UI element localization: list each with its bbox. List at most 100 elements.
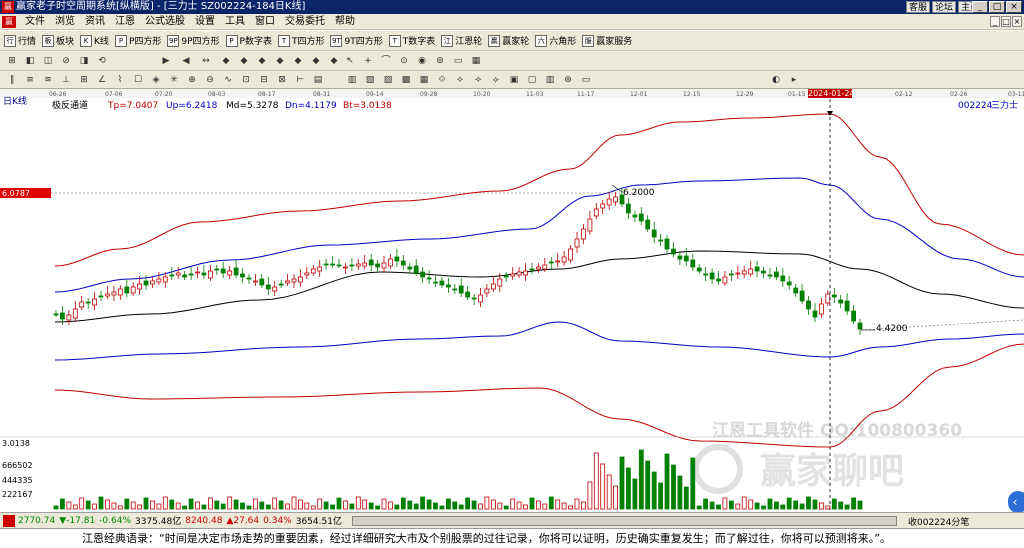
doc-minimize-button[interactable]: _ — [990, 16, 1000, 27]
tool-icon[interactable]: ⟲ — [96, 55, 108, 67]
tool-icon[interactable]: ▥ — [544, 74, 556, 86]
tool-icon[interactable]: ∿ — [222, 74, 234, 86]
menu-formula-screening[interactable]: 公式选股 — [140, 14, 190, 30]
kline-chart[interactable]: 06-26 07-06 07-20 08-03 08-17 08-31 09-14 09-28… — [0, 89, 1024, 512]
tool-icon[interactable]: ⊞ — [6, 55, 18, 67]
tool-icon[interactable]: ↔ — [200, 55, 212, 67]
toolbar-winner-service-button[interactable]: 服赢家服务 — [582, 34, 632, 47]
toolbar-label: P四方形 — [128, 37, 162, 47]
close-button[interactable]: × — [1006, 1, 1022, 13]
tool-icon[interactable]: ⟢ — [472, 74, 484, 86]
volume-bar — [844, 504, 850, 510]
toolbar-9p-square-button[interactable]: 9P 9P四方形 — [167, 34, 220, 47]
menu-window[interactable]: 窗口 — [250, 14, 280, 30]
kline-chart-panel[interactable]: 06-26 07-06 07-20 08-03 08-17 08-31 09-14 09-28… — [0, 89, 1024, 513]
back-icon[interactable]: ◀ — [180, 55, 192, 67]
tool-icon[interactable]: ▢ — [526, 74, 538, 86]
tool-icon[interactable]: ▭ — [452, 55, 464, 67]
tool-icon[interactable]: ∥ — [6, 74, 18, 86]
tool-icon[interactable]: ⟐ — [436, 74, 448, 86]
tool-icon[interactable]: ▥ — [346, 74, 358, 86]
tool-icon[interactable]: ⊕ — [186, 74, 198, 86]
volume-bar — [606, 474, 612, 510]
tool-icon[interactable]: ▩ — [400, 74, 412, 86]
menu-trade[interactable]: 交易委托 — [280, 14, 330, 30]
tool-icon[interactable]: ◨ — [78, 55, 90, 67]
toolbar-winner-wheel-button[interactable]: 赢赢家轮 — [488, 34, 529, 47]
tool-icon[interactable]: ◉ — [416, 55, 428, 67]
toolbar-p-number-table-button[interactable]: P P数字表 — [225, 34, 272, 47]
side-expand-button[interactable]: ‹ — [1008, 491, 1024, 513]
play-icon[interactable]: ▶ — [160, 55, 172, 67]
minimize-button[interactable]: _ — [972, 1, 988, 13]
toolbar-hexagon-button[interactable]: 六六角形 — [535, 34, 576, 47]
tool-icon[interactable]: ▭ — [580, 74, 592, 86]
tool-icon[interactable]: ◆ — [256, 55, 268, 67]
chart-scrollbar[interactable] — [352, 516, 897, 526]
tool-icon[interactable]: ◆ — [238, 55, 250, 67]
tool-icon[interactable]: ⊟ — [258, 74, 270, 86]
toolbar-9t-square-button[interactable]: 9T 9T四方形 — [330, 34, 383, 47]
volume-bar — [490, 499, 496, 510]
status-right-text[interactable]: 收002224分笔 — [908, 515, 969, 528]
chart-settings-icon[interactable]: ◐ — [770, 74, 782, 86]
tool-icon[interactable]: ◧ — [24, 55, 36, 67]
tool-icon[interactable]: ⌒ — [380, 55, 392, 67]
tool-icon[interactable]: ▦ — [418, 74, 430, 86]
menu-help[interactable]: 帮助 — [330, 14, 360, 30]
tool-icon[interactable]: ◆ — [310, 55, 322, 67]
tool-icon[interactable]: ⊖ — [204, 74, 216, 86]
tool-icon[interactable]: ⊞ — [78, 74, 90, 86]
tool-icon[interactable]: ⊙ — [398, 55, 410, 67]
tool-icon[interactable]: ⊢ — [294, 74, 306, 86]
tool-icon[interactable]: ▨ — [382, 74, 394, 86]
menu-browse[interactable]: 浏览 — [50, 14, 80, 30]
tool-icon[interactable]: ▦ — [470, 55, 482, 67]
menu-tools[interactable]: 工具 — [220, 14, 250, 30]
doc-close-button[interactable]: × — [1012, 16, 1022, 27]
menu-file[interactable]: 文件 — [20, 14, 50, 30]
tool-icon[interactable]: ⟡ — [454, 74, 466, 86]
toolbar-kline-button[interactable]: K K线 — [80, 34, 109, 47]
tool-icon[interactable]: ▸ — [788, 74, 800, 86]
tool-icon[interactable]: ◆ — [328, 55, 340, 67]
tool-icon[interactable]: ◆ — [292, 55, 304, 67]
tool-icon[interactable]: ◈ — [150, 74, 162, 86]
link-customer-service[interactable]: 客服 — [906, 1, 931, 13]
toolbar-t-square-button[interactable]: T T四方形 — [277, 34, 324, 47]
date-tick-label: 11-17 — [577, 91, 595, 98]
tool-icon[interactable]: ⊠ — [276, 74, 288, 86]
tool-icon[interactable]: ⌇ — [114, 74, 126, 86]
toolbar-gann-wheel-button[interactable]: 江江恩轮 — [441, 34, 482, 47]
tool-icon[interactable]: ☐ — [132, 74, 144, 86]
tool-icon[interactable]: ▧ — [364, 74, 376, 86]
menu-gann[interactable]: 江恩 — [110, 14, 140, 30]
toolbar-sectors-button[interactable]: 板板块 — [42, 34, 74, 47]
tool-icon[interactable]: ◆ — [274, 55, 286, 67]
tool-icon[interactable]: ⊚ — [434, 55, 446, 67]
maximize-button[interactable]: □ — [989, 1, 1005, 13]
tool-icon[interactable]: ▣ — [508, 74, 520, 86]
toolbar-t-number-table-button[interactable]: T T数字表 — [388, 34, 435, 47]
tool-icon[interactable]: ⊥ — [60, 74, 72, 86]
toolbar-quotes-button[interactable]: 行行情 — [4, 34, 36, 47]
tool-icon[interactable]: ⟣ — [490, 74, 502, 86]
tool-icon[interactable]: ◆ — [220, 55, 232, 67]
tool-icon[interactable]: ⊛ — [562, 74, 574, 86]
tool-icon[interactable]: ⊘ — [60, 55, 72, 67]
tool-icon[interactable]: ▤ — [312, 74, 324, 86]
menu-settings[interactable]: 设置 — [190, 14, 220, 30]
doc-restore-button[interactable]: □ — [1001, 16, 1011, 27]
link-forum[interactable]: 论坛 — [932, 1, 957, 13]
toolbar-p-square-button[interactable]: P P四方形 — [114, 34, 162, 47]
tool-icon[interactable]: ⊡ — [240, 74, 252, 86]
menu-news[interactable]: 资讯 — [80, 14, 110, 30]
tool-icon[interactable]: ◫ — [42, 55, 54, 67]
tool-icon[interactable]: ≋ — [42, 74, 54, 86]
cursor-icon[interactable]: ↖ — [344, 55, 356, 67]
tool-icon[interactable]: ≡ — [24, 74, 36, 86]
volume-bar — [671, 464, 676, 510]
tool-icon[interactable]: ✳ — [168, 74, 180, 86]
crosshair-icon[interactable]: + — [362, 55, 374, 67]
tool-icon[interactable]: ∠ — [96, 74, 108, 86]
